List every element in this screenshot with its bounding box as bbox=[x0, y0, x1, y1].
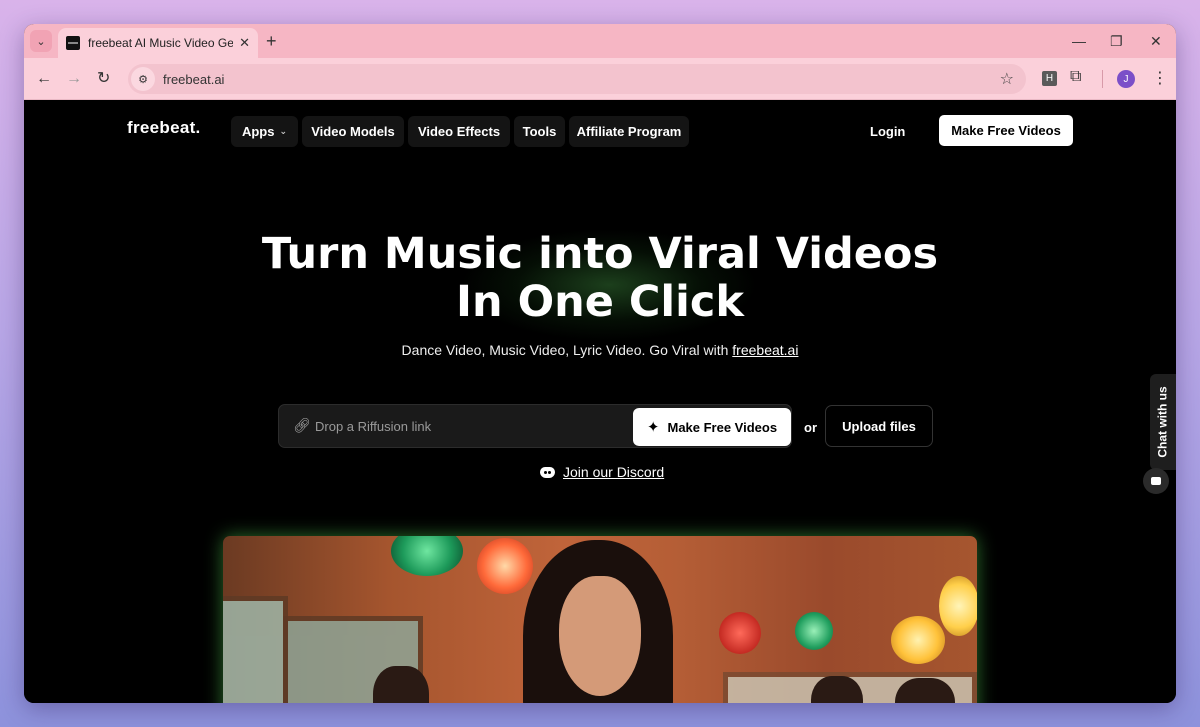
hero-subtitle: Dance Video, Music Video, Lyric Video. G… bbox=[24, 342, 1176, 358]
restore-icon[interactable]: ❐ bbox=[1110, 32, 1123, 50]
chat-icon[interactable] bbox=[1143, 468, 1169, 494]
subtitle-text: Dance Video, Music Video, Lyric Video. G… bbox=[401, 342, 733, 358]
nav-apps-label: Apps bbox=[241, 124, 275, 139]
browser-window: ⌄ freebeat AI Music Video Genera ✕ + — ❐… bbox=[24, 24, 1176, 703]
video-lamp-green-small bbox=[795, 612, 833, 650]
new-tab-button[interactable]: + bbox=[266, 31, 277, 51]
nav-tools[interactable]: Tools bbox=[514, 116, 565, 147]
bookmark-star-icon[interactable]: ☆ bbox=[1000, 69, 1014, 89]
video-lamp-yellow-right bbox=[939, 576, 977, 636]
nav-apps[interactable]: Apps ⌄ bbox=[231, 116, 298, 147]
close-window-icon[interactable]: ✕ bbox=[1150, 32, 1162, 50]
make-free-videos-button[interactable]: ✦ Make Free Videos bbox=[633, 408, 791, 446]
video-sign-red bbox=[719, 612, 761, 654]
riffusion-link-input[interactable] bbox=[315, 412, 625, 440]
extensions-puzzle-icon[interactable]: ⧉ bbox=[1070, 68, 1081, 86]
tab-search-button[interactable]: ⌄ bbox=[30, 30, 52, 52]
make-free-videos-label: Make Free Videos bbox=[667, 419, 778, 435]
tab-title: freebeat AI Music Video Genera bbox=[88, 36, 234, 50]
hero-video[interactable] bbox=[223, 536, 977, 703]
chevron-down-icon: ⌄ bbox=[36, 35, 46, 48]
back-icon[interactable]: ← bbox=[36, 69, 52, 89]
extension-h-icon[interactable]: H bbox=[1042, 71, 1057, 86]
link-input-box: 🔗︎ ✦ Make Free Videos bbox=[278, 404, 792, 448]
make-free-videos-header-button[interactable]: Make Free Videos bbox=[939, 115, 1073, 146]
chevron-down-icon: ⌄ bbox=[279, 126, 288, 136]
forward-icon[interactable]: → bbox=[66, 69, 82, 89]
discord-label: Join our Discord bbox=[563, 464, 665, 480]
tab-strip: ⌄ freebeat AI Music Video Genera ✕ + — ❐… bbox=[24, 24, 1176, 58]
sparkle-icon: ✦ bbox=[646, 419, 660, 436]
address-bar[interactable]: ⚙ freebeat.ai ☆ bbox=[128, 64, 1026, 94]
close-icon[interactable]: ✕ bbox=[239, 35, 250, 51]
minimize-icon[interactable]: — bbox=[1072, 32, 1086, 50]
discord-icon bbox=[540, 466, 555, 478]
profile-avatar[interactable]: J bbox=[1117, 70, 1135, 88]
video-woman-face bbox=[559, 576, 641, 696]
video-lamp-orange bbox=[477, 538, 533, 594]
video-window-left bbox=[223, 596, 288, 703]
web-page: freebeat. Apps ⌄ Video Models Video Effe… bbox=[24, 100, 1176, 703]
site-nav: freebeat. Apps ⌄ Video Models Video Effe… bbox=[24, 100, 1176, 156]
more-menu-icon[interactable]: ⋮ bbox=[1152, 68, 1168, 88]
video-person-back bbox=[373, 666, 429, 703]
login-link[interactable]: Login bbox=[870, 124, 905, 139]
toolbar-divider bbox=[1102, 70, 1103, 88]
hero-title-line2: In One Click bbox=[455, 277, 744, 327]
freebeat-logo[interactable]: freebeat. bbox=[127, 118, 201, 138]
browser-tab[interactable]: freebeat AI Music Video Genera ✕ bbox=[58, 28, 258, 58]
nav-video-models[interactable]: Video Models bbox=[302, 116, 404, 147]
site-info-icon[interactable]: ⚙ bbox=[131, 67, 155, 91]
hero-title-line1: Turn Music into Viral Videos bbox=[261, 229, 939, 279]
link-icon: 🔗︎ bbox=[293, 417, 311, 433]
nav-affiliate-program[interactable]: Affiliate Program bbox=[569, 116, 689, 147]
url-text[interactable]: freebeat.ai bbox=[163, 72, 1000, 87]
reload-icon[interactable]: ↻ bbox=[97, 69, 110, 89]
upload-files-button[interactable]: Upload files bbox=[825, 405, 933, 447]
chat-with-us-tab[interactable]: Chat with us bbox=[1150, 374, 1176, 470]
discord-link[interactable]: Join our Discord bbox=[540, 464, 664, 480]
or-text: or bbox=[804, 420, 817, 435]
nav-video-effects[interactable]: Video Effects bbox=[408, 116, 510, 147]
browser-toolbar: ← → ↻ ⚙ freebeat.ai ☆ H ⧉ J ⋮ bbox=[24, 58, 1176, 100]
freebeat-link[interactable]: freebeat.ai bbox=[732, 342, 798, 358]
video-lamp-green bbox=[391, 536, 463, 576]
chat-with-us-label: Chat with us bbox=[1156, 386, 1170, 458]
favicon-icon bbox=[66, 36, 80, 50]
video-lamp-yellow bbox=[891, 616, 945, 664]
